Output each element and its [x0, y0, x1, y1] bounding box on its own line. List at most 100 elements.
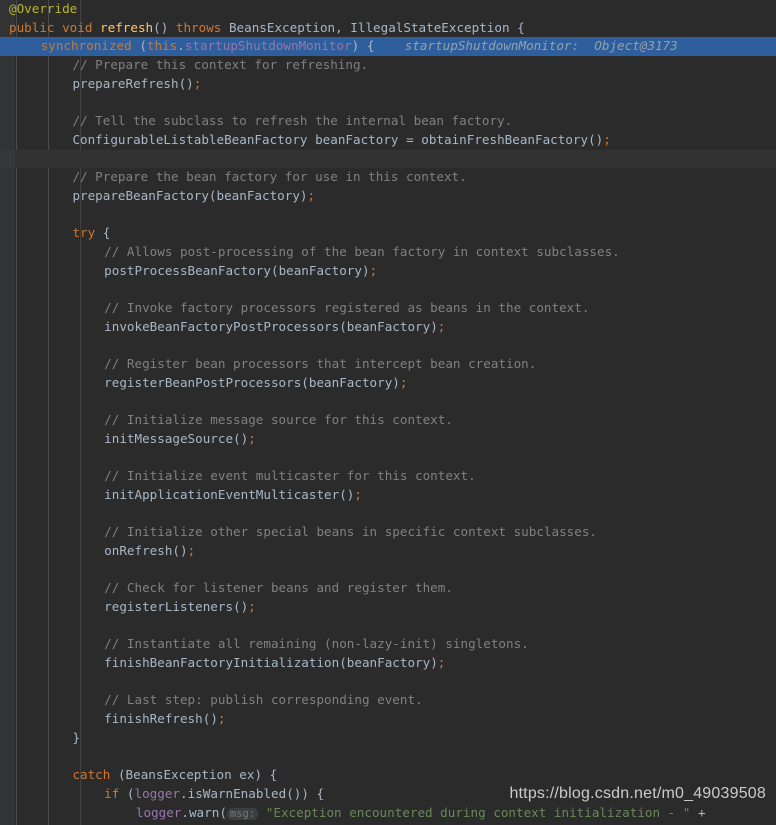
token-paren: { — [308, 785, 325, 801]
code-line[interactable]: prepareRefresh(); — [0, 75, 776, 94]
token-punc — [110, 767, 118, 782]
token-kw: public — [9, 19, 55, 35]
token-semi: ; — [399, 374, 408, 390]
token-kw: throws — [175, 19, 222, 35]
token-kw: try — [72, 225, 96, 241]
code-line[interactable]: } — [0, 729, 776, 748]
token-semi: ; — [307, 187, 316, 203]
token-id: beanFactory — [216, 187, 300, 203]
token-paren: ) — [301, 785, 309, 801]
code-line[interactable] — [0, 149, 776, 169]
code-editor-viewport[interactable]: @Override public void refresh() throws Be… — [0, 0, 776, 825]
token-paren: () — [588, 131, 604, 147]
token-id: beanFactory — [315, 131, 399, 147]
code-line[interactable]: public void refresh() throws BeansExcept… — [0, 19, 776, 38]
token-id: finishBeanFactoryInitialization — [104, 655, 340, 671]
code-line[interactable]: // Prepare the bean factory for use in t… — [0, 168, 776, 187]
code-line[interactable]: try { — [0, 224, 776, 243]
token-cmt: // Prepare this context for refreshing. — [72, 57, 369, 73]
code-line[interactable]: logger.warn(msg: "Exception encountered … — [0, 804, 776, 823]
code-line[interactable]: // Check for listener beans and register… — [0, 579, 776, 598]
code-line[interactable]: registerBeanPostProcessors(beanFactory); — [0, 374, 776, 393]
code-line[interactable] — [0, 748, 776, 767]
token-paren: } — [72, 729, 81, 745]
code-line[interactable] — [0, 206, 776, 225]
token-cmt: // Instantiate all remaining (non-lazy-i… — [104, 636, 529, 652]
code-line[interactable]: invokeBeanFactoryPostProcessors(beanFact… — [0, 318, 776, 337]
code-line[interactable] — [0, 617, 776, 636]
token-paren: ( — [339, 655, 347, 671]
token-paren: ) — [361, 262, 370, 278]
token-paren: () — [339, 486, 355, 502]
token-cmt: // Last step: publish corresponding even… — [104, 692, 423, 708]
code-line[interactable]: // Prepare this context for refreshing. — [0, 56, 776, 75]
token-kw: catch — [72, 767, 111, 783]
token-field: logger — [134, 785, 181, 801]
token-id: warn — [188, 804, 220, 820]
token-paren: () — [172, 542, 188, 558]
token-anno: @Override — [9, 1, 78, 16]
code-line-current-execution[interactable]: synchronized (this.startupShutdownMonito… — [0, 37, 776, 57]
token-cmt: // Initialize event multicaster for this… — [104, 468, 476, 484]
token-punc — [258, 805, 266, 820]
token-paren: ( — [270, 262, 279, 278]
code-line[interactable]: // Register bean processors that interce… — [0, 355, 776, 374]
token-paren: ( — [301, 374, 309, 390]
token-cmt: // Allows post-processing of the bean fa… — [104, 243, 620, 259]
token-id: beanFactory — [346, 655, 431, 671]
token-cmt: // Invoke factory processors registered … — [104, 300, 590, 315]
code-line[interactable]: finishRefresh(); — [0, 710, 776, 729]
code-line[interactable]: // Instantiate all remaining (non-lazy-i… — [0, 635, 776, 654]
token-punc: . — [177, 38, 185, 54]
code-line[interactable] — [0, 673, 776, 692]
code-line[interactable]: finishBeanFactoryInitialization(beanFact… — [0, 654, 776, 673]
token-id: beanFactory — [278, 262, 362, 278]
code-line[interactable]: catch (BeansException ex) { — [0, 766, 776, 785]
token-punc: + — [690, 804, 706, 820]
code-line[interactable]: @Override — [0, 0, 776, 19]
token-semi: ; — [248, 599, 256, 614]
code-line[interactable] — [0, 449, 776, 468]
code-line[interactable] — [0, 392, 776, 411]
token-id: initApplicationEventMulticaster — [104, 486, 340, 502]
token-paren: ) — [430, 655, 438, 671]
token-id: finishRefresh — [104, 711, 203, 727]
code-line[interactable] — [0, 336, 776, 355]
code-line[interactable]: prepareBeanFactory(beanFactory); — [0, 187, 776, 206]
source-code-area[interactable]: @Override public void refresh() throws Be… — [0, 0, 776, 825]
token-cmt: // Tell the subclass to refresh the inte… — [72, 113, 513, 129]
token-punc: . — [180, 785, 188, 801]
token-punc: = — [406, 131, 414, 147]
token-kw: void — [62, 19, 93, 35]
token-paren: ( — [208, 187, 217, 203]
code-line[interactable] — [0, 505, 776, 524]
token-type: BeansException — [228, 19, 336, 35]
token-paren: () — [202, 711, 218, 727]
code-line[interactable]: ConfigurableListableBeanFactory beanFact… — [0, 131, 776, 150]
token-semi: ; — [354, 486, 362, 502]
code-line[interactable]: // Initialize other special beans in spe… — [0, 523, 776, 542]
code-line[interactable] — [0, 280, 776, 299]
code-line[interactable]: initMessageSource(); — [0, 430, 776, 449]
code-line[interactable]: postProcessBeanFactory(beanFactory); — [0, 262, 776, 281]
code-line[interactable]: onRefresh(); — [0, 542, 776, 561]
watermark-url: https://blog.csdn.net/m0_49039508 — [509, 785, 766, 802]
code-line[interactable]: registerListeners(); — [0, 598, 776, 617]
token-field: logger — [135, 804, 182, 820]
token-paren: ) — [299, 187, 308, 203]
code-line[interactable]: // Last step: publish corresponding even… — [0, 691, 776, 710]
token-paren: ( — [219, 804, 227, 820]
code-line[interactable]: // Initialize event multicaster for this… — [0, 467, 776, 486]
code-line[interactable]: initApplicationEventMulticaster(); — [0, 486, 776, 505]
code-line[interactable]: // Invoke factory processors registered … — [0, 299, 776, 318]
token-punc — [307, 132, 315, 147]
token-cmt: // Initialize message source for this co… — [104, 412, 453, 428]
token-str: "Exception encountered during context in… — [265, 804, 691, 820]
token-punc — [92, 20, 100, 35]
code-line[interactable] — [0, 93, 776, 112]
code-line[interactable] — [0, 561, 776, 580]
token-cmt: // Prepare the bean factory for use in t… — [72, 169, 467, 185]
code-line[interactable]: // Initialize message source for this co… — [0, 411, 776, 430]
code-line[interactable]: // Tell the subclass to refresh the inte… — [0, 112, 776, 131]
code-line[interactable]: // Allows post-processing of the bean fa… — [0, 243, 776, 262]
